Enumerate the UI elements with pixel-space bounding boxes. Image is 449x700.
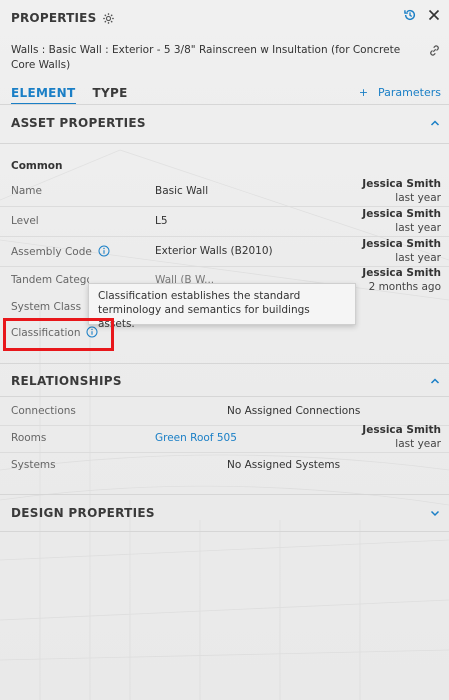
relationship-label: Connections [11,405,76,417]
divider [0,363,449,364]
design-properties-header[interactable]: DESIGN PROPERTIES [11,504,441,522]
modified-time: last year [395,252,441,264]
tab-element[interactable]: ELEMENT [11,86,76,105]
divider [0,143,449,144]
info-icon[interactable] [98,245,110,257]
tooltip: Classification establishes the standard … [88,283,356,330]
property-row: Assembly Code Exterior Walls (B2010) Jes… [0,237,449,267]
parameters-label: Parameters [378,86,441,99]
modified-by: Jessica Smith 2 months ago [362,266,441,294]
relationships-header[interactable]: RELATIONSHIPS [11,372,441,390]
info-icon[interactable] [86,326,98,338]
property-value[interactable]: Basic Wall [155,185,208,197]
chevron-down-icon[interactable] [429,507,441,519]
divider [0,494,449,495]
asset-properties-header[interactable]: ASSET PROPERTIES [11,114,441,132]
add-parameters-button[interactable]: + Parameters [359,86,441,99]
tab-type[interactable]: TYPE [93,86,128,105]
section-title: ASSET PROPERTIES [11,116,146,130]
gear-icon[interactable] [102,12,115,25]
modified-user: Jessica Smith [362,208,441,220]
chevron-up-icon[interactable] [429,117,441,129]
plus-icon: + [358,86,369,99]
property-value[interactable]: L5 [155,215,168,227]
modified-time: last year [395,438,441,450]
property-label: Level [11,215,39,227]
section-title: DESIGN PROPERTIES [11,506,155,520]
property-row: Name Basic Wall Jessica Smith last year [0,177,449,207]
modified-by: Jessica Smith last year [362,207,441,235]
property-label: System Class [11,301,82,313]
modified-by: Jessica Smith last year [362,423,441,451]
relationship-row: Systems No Assigned Systems [0,453,449,480]
chevron-up-icon[interactable] [429,375,441,387]
relationship-value: No Assigned Systems [227,459,341,471]
element-name: Walls : Basic Wall : Exterior - 5 3/8" R… [11,44,401,71]
modified-user: Jessica Smith [362,267,441,279]
modified-time: last year [395,222,441,234]
property-label-text: Classification [11,327,81,339]
link-icon[interactable] [428,44,441,57]
modified-user: Jessica Smith [362,178,441,190]
relationship-label: Rooms [11,432,47,444]
properties-panel: PROPERTIES Walls : Basic Wall : Exterior… [0,0,449,700]
relationship-label: Systems [11,459,56,471]
property-label: Classification [11,326,98,339]
tab-bar: ELEMENT TYPE [11,86,128,105]
divider [0,396,449,397]
property-row: Level L5 Jessica Smith last year [0,207,449,237]
modified-time: 2 months ago [368,281,441,293]
modified-user: Jessica Smith [362,424,441,436]
property-label-text: Assembly Code [11,246,92,258]
close-icon[interactable] [427,8,441,22]
relationship-row: Rooms Green Roof 505 Jessica Smith last y… [0,423,449,453]
property-label: Name [11,185,42,197]
background-building-sketch [0,149,449,700]
modified-by: Jessica Smith last year [362,237,441,265]
modified-user: Jessica Smith [362,238,441,250]
modified-by: Jessica Smith last year [362,177,441,205]
history-icon[interactable] [403,8,417,22]
relationship-row: Connections No Assigned Connections [0,399,449,426]
section-title: RELATIONSHIPS [11,374,122,388]
relationship-value: No Assigned Connections [227,405,361,417]
divider [0,531,449,532]
room-link[interactable]: Green Roof 505 [155,432,237,444]
modified-time: last year [395,192,441,204]
group-label: Common [11,160,63,172]
divider [0,104,449,105]
property-label: Tandem Catego [11,274,89,286]
property-value[interactable]: Exterior Walls (B2010) [155,245,273,257]
property-label: Assembly Code [11,245,110,258]
panel-header: PROPERTIES [11,8,441,28]
panel-title: PROPERTIES [11,11,97,25]
